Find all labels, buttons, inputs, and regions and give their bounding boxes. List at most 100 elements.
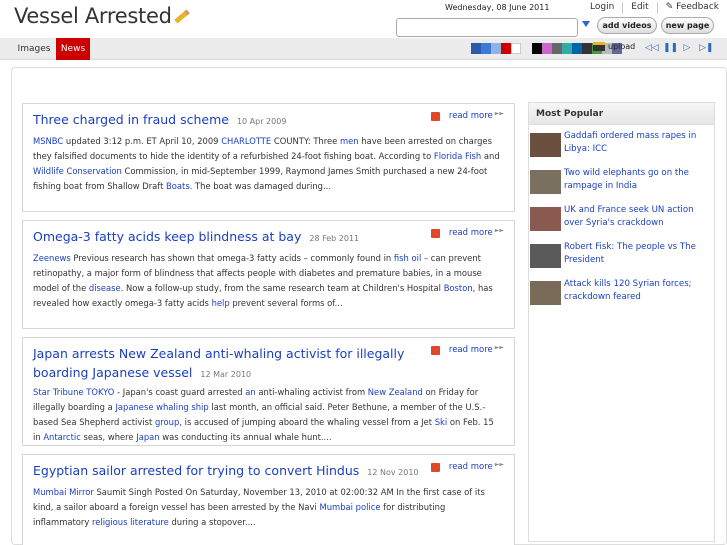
inline-link[interactable]: an xyxy=(245,387,255,397)
popular-item[interactable]: Gaddafi ordered mass rapes in Libya: ICC xyxy=(529,130,716,160)
inline-link[interactable]: TOKYO xyxy=(86,387,114,397)
media-controls: ◁◁ ❚❚ ▷ ▷❚ xyxy=(645,43,717,54)
article-body: Star Tribune TOKYO - Japan's coast guard… xyxy=(33,385,504,445)
article-date: 28 Feb 2011 xyxy=(309,234,360,243)
most-popular-heading: Most Popular xyxy=(529,103,714,125)
color-swatch[interactable] xyxy=(542,43,552,54)
article-title[interactable]: Egyptian sailor arrested for trying to c… xyxy=(33,463,359,478)
inline-link[interactable]: Antarctic xyxy=(43,432,81,442)
article-card: Omega-3 fatty acids keep blindness at ba… xyxy=(22,220,515,329)
color-swatch[interactable] xyxy=(481,43,491,54)
inline-link[interactable]: CHARLOTTE xyxy=(221,136,271,146)
article-source[interactable]: Star Tribune xyxy=(33,387,84,397)
popular-item[interactable]: Attack kills 120 Syrian forces; crackdow… xyxy=(529,278,716,308)
inline-link[interactable]: disease xyxy=(89,283,121,293)
thumbnail-image[interactable] xyxy=(530,281,561,305)
play-icon[interactable]: ▷ xyxy=(681,43,693,54)
site-logo[interactable]: Vessel Arrested xyxy=(14,4,190,28)
color-swatch[interactable] xyxy=(572,43,582,54)
read-more-link[interactable]: read more ►► xyxy=(430,226,504,238)
color-swatch[interactable] xyxy=(582,43,592,54)
upload-button[interactable]: upload xyxy=(593,42,635,51)
article-source[interactable]: Zeenews xyxy=(33,253,71,263)
body-text: , is accused of jumping aboard the whali… xyxy=(179,417,435,427)
popular-item[interactable]: Robert Fisk: The people vs The President xyxy=(529,241,716,271)
color-swatch[interactable] xyxy=(562,43,572,54)
inline-link[interactable]: Florida Fish xyxy=(434,151,481,161)
pause-icon[interactable]: ❚❚ xyxy=(663,43,678,54)
body-text: - Japan's coast guard arrested xyxy=(114,387,246,397)
inline-link[interactable]: Boats xyxy=(166,181,190,191)
thumbnail-image[interactable] xyxy=(530,133,561,157)
body-text: during a stopover.... xyxy=(168,517,256,527)
read-more-link[interactable]: read more ►► xyxy=(430,110,504,121)
article-source[interactable]: MSNBC xyxy=(33,136,63,146)
article-title[interactable]: Omega-3 fatty acids keep blindness at ba… xyxy=(33,229,301,244)
inline-link[interactable]: Japanese whaling ship xyxy=(115,402,208,412)
rss-icon xyxy=(430,345,440,355)
thumbnail-image[interactable] xyxy=(530,207,561,231)
color-swatch[interactable] xyxy=(532,43,542,54)
search-dropdown-icon[interactable] xyxy=(582,21,590,27)
article-date: 12 Mar 2010 xyxy=(200,370,252,379)
rss-icon xyxy=(430,111,440,121)
tab-news[interactable]: News xyxy=(56,38,90,60)
feedback-link[interactable]: ✎ Feedback xyxy=(656,2,727,14)
inline-link[interactable]: Japan xyxy=(136,432,159,442)
article-date: 10 Apr 2009 xyxy=(236,117,287,126)
rss-icon xyxy=(430,228,440,238)
thumbnail-image[interactable] xyxy=(530,244,561,268)
thumbnail-image[interactable] xyxy=(530,170,561,194)
article-source[interactable]: Mumbai Mirror xyxy=(33,487,94,497)
inline-link[interactable]: Boston xyxy=(444,283,473,293)
login-link[interactable]: Login xyxy=(582,2,622,14)
inline-link[interactable]: Wildlife Conservation xyxy=(33,166,122,176)
body-text: anti-whaling activist from xyxy=(255,387,368,397)
article-body: MSNBC updated 3:12 p.m. ET April 10, 200… xyxy=(33,134,504,194)
arrow-icon: ►► xyxy=(494,226,504,234)
popular-item[interactable]: UK and France seek UN action over Syria'… xyxy=(529,204,716,234)
most-popular-panel: Most Popular Gaddafi ordered mass rapes … xyxy=(528,102,715,542)
upload-icon xyxy=(593,42,605,51)
article-card: Japan arrests New Zealand anti-whaling a… xyxy=(22,337,515,446)
inline-link[interactable]: fish oil xyxy=(394,253,421,263)
body-text: Previous research has shown that omega-3… xyxy=(70,253,394,263)
inline-link[interactable]: men xyxy=(340,136,359,146)
body-text: prevent several forms of... xyxy=(229,298,343,308)
add-videos-button[interactable]: add videos xyxy=(597,17,657,34)
tab-images[interactable]: Images xyxy=(13,38,55,60)
read-more-link[interactable]: read more ►► xyxy=(430,343,504,355)
top-links: Login Edit ✎ Feedback xyxy=(582,2,727,14)
article-title[interactable]: Three charged in fraud scheme xyxy=(33,112,229,127)
color-swatch[interactable] xyxy=(511,43,521,54)
read-more-link[interactable]: read more ►► xyxy=(430,460,504,472)
search-input[interactable] xyxy=(396,18,578,37)
current-date: Wednesday, 08 June 2011 xyxy=(445,3,550,12)
body-text: . Now a follow-up study, from the same r… xyxy=(120,283,444,293)
edit-link[interactable]: Edit xyxy=(622,2,656,14)
inline-link[interactable]: Ski xyxy=(435,417,448,427)
arrow-icon: ►► xyxy=(494,343,504,351)
color-swatch[interactable] xyxy=(552,43,562,54)
new-page-button[interactable]: new page xyxy=(661,17,714,34)
article-body: Zeenews Previous research has shown that… xyxy=(33,251,504,311)
article-card: Three charged in fraud scheme 10 Apr 2009… xyxy=(22,103,515,212)
color-swatch[interactable] xyxy=(501,43,511,54)
arrow-icon: ►► xyxy=(494,460,504,468)
inline-link[interactable]: help xyxy=(212,298,230,308)
color-swatch[interactable] xyxy=(491,43,501,54)
inline-link[interactable]: group xyxy=(155,417,179,427)
inline-link[interactable]: religious literature xyxy=(92,517,169,527)
rewind-icon[interactable]: ◁◁ xyxy=(645,43,659,54)
inline-link[interactable]: New Zealand xyxy=(368,387,423,397)
nav-bar: Images News upload ◁◁ ❚❚ ▷ ▷❚ xyxy=(0,38,727,60)
fast-forward-icon[interactable]: ▷❚ xyxy=(699,43,713,54)
inline-link[interactable]: Mumbai police xyxy=(320,502,381,512)
article-date: 12 Nov 2010 xyxy=(367,468,419,477)
body-text: seas, where xyxy=(80,432,137,442)
body-text: was conducting its annual whale hunt.... xyxy=(159,432,332,442)
body-text: COUNTY: Three xyxy=(271,136,340,146)
popular-item[interactable]: Two wild elephants go on the rampage in … xyxy=(529,167,716,197)
rss-icon xyxy=(430,462,440,472)
color-swatch[interactable] xyxy=(471,43,481,54)
